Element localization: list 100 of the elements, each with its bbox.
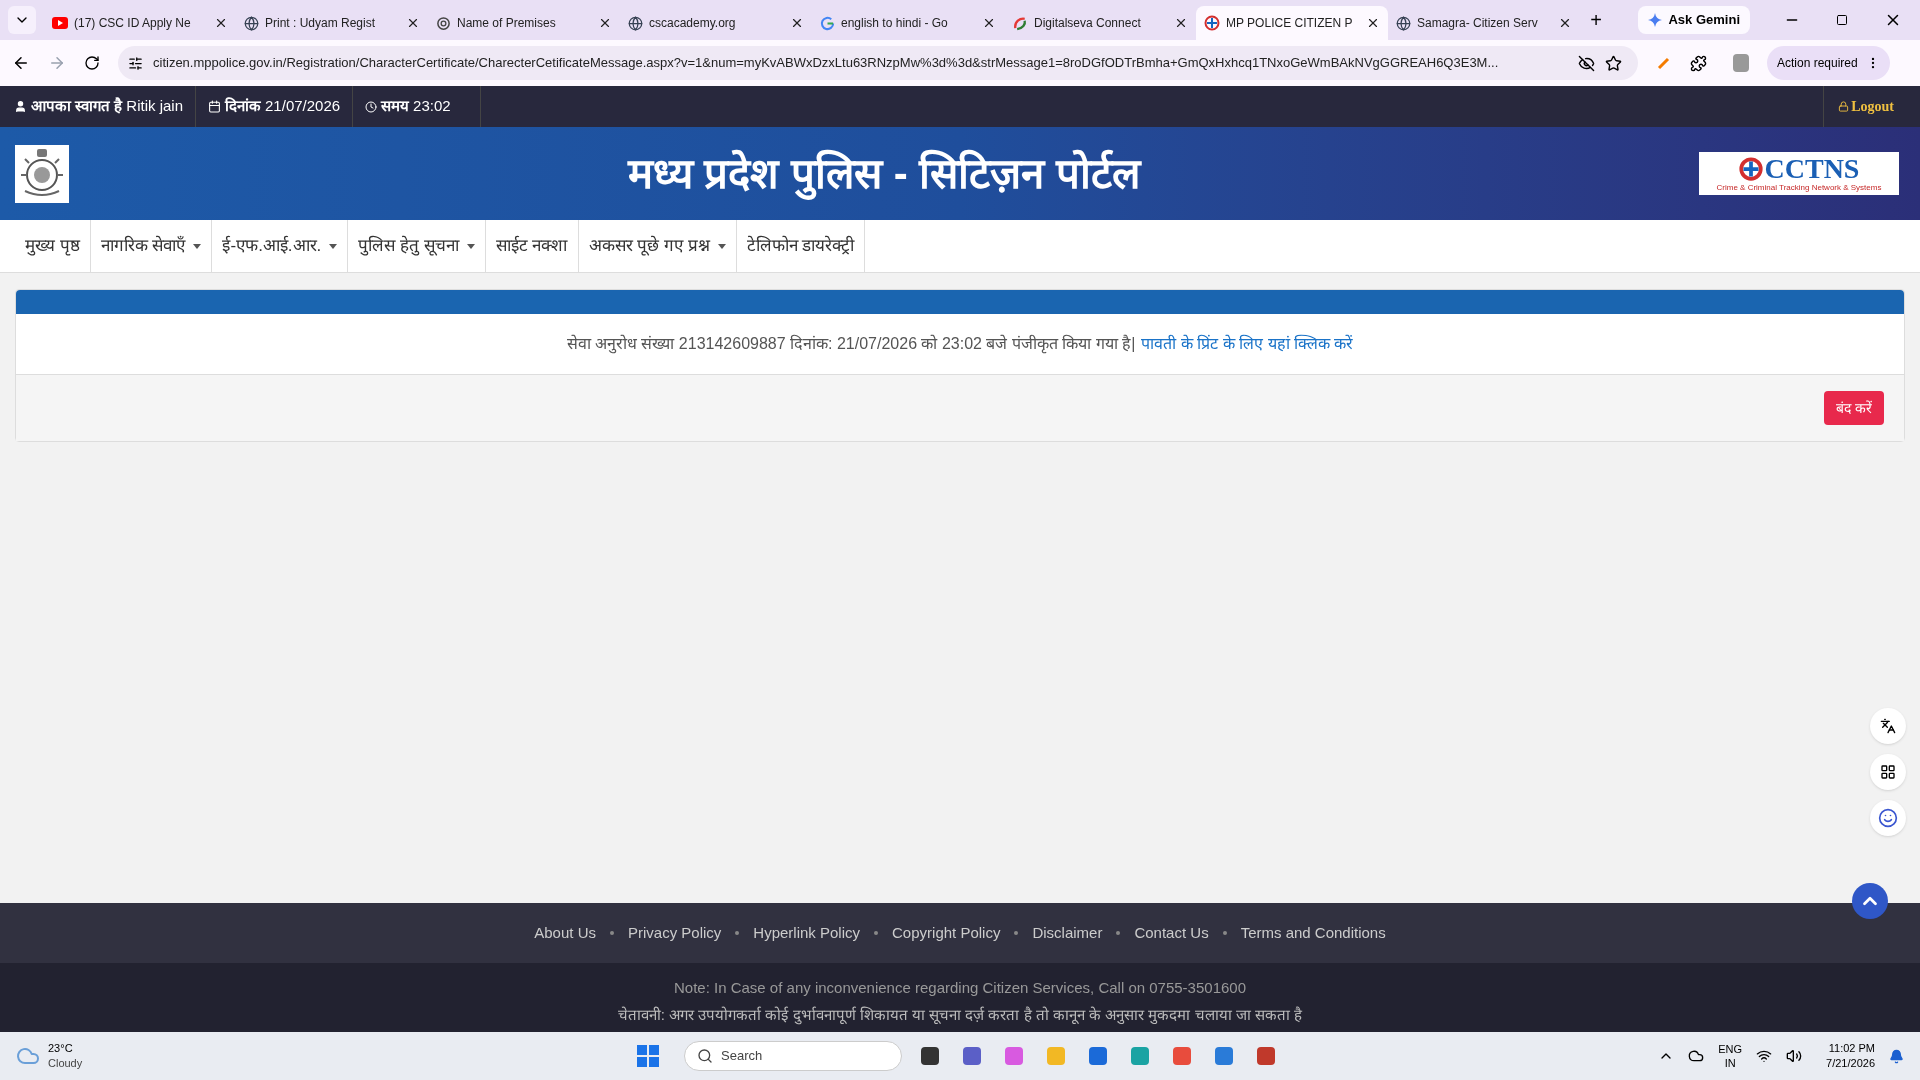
assistant-button[interactable] bbox=[1870, 800, 1906, 836]
wifi-icon[interactable] bbox=[1756, 1048, 1773, 1064]
gemini-button[interactable]: Ask Gemini bbox=[1638, 6, 1750, 34]
caret-icon bbox=[717, 243, 726, 249]
tab-search-button[interactable] bbox=[8, 6, 36, 34]
close-icon[interactable] bbox=[1558, 16, 1572, 30]
action-required-button[interactable]: Action required bbox=[1767, 46, 1890, 80]
url-text: citizen.mppolice.gov.in/Registration/CharacterCertificate/CharecterCetificateMessage.aspx?v=1&num=myKvABWxDzxLtu63RNzpMw%3d%3d&strMessage1=8roDGfODTrBmha+GmQxHxhcq1TNxoGeWmBAkNVgGGREAH6Q3E3M... bbox=[153, 54, 1500, 73]
confirmation-text: सेवा अनुरोध संख्या 213142609887 दिनांक: 21/07/2026 को 23:02 बजे पंजीकृत किया गया है| bbox=[566, 333, 1136, 356]
translate-button[interactable] bbox=[1870, 708, 1906, 744]
site-info-icon[interactable] bbox=[128, 55, 143, 71]
nav-menu-item[interactable]: साईट नक्शा bbox=[485, 220, 579, 272]
eye-off-icon[interactable] bbox=[1578, 54, 1595, 72]
date-value: 21/07/2026 bbox=[265, 96, 341, 117]
volume-icon[interactable] bbox=[1786, 1048, 1803, 1064]
nav-menu-item[interactable]: नागरिक सेवाएँ bbox=[90, 220, 213, 272]
reload-icon[interactable] bbox=[84, 55, 100, 71]
bullet-icon bbox=[874, 931, 879, 935]
star-icon[interactable] bbox=[1605, 54, 1622, 72]
swoosh-icon bbox=[1012, 15, 1028, 31]
scroll-top-button[interactable] bbox=[1852, 883, 1888, 919]
user-name: Ritik jain bbox=[126, 96, 184, 117]
new-tab-button[interactable]: + bbox=[1582, 6, 1610, 34]
bullet-icon bbox=[735, 931, 740, 935]
knot-icon bbox=[436, 15, 451, 31]
close-icon[interactable] bbox=[214, 16, 228, 30]
restore-icon[interactable] bbox=[1836, 14, 1848, 26]
close-icon[interactable] bbox=[982, 16, 996, 30]
browser-tab[interactable]: (17) CSC ID Apply Ne bbox=[44, 6, 236, 40]
nav-menu-item[interactable]: अकसर पूछे गए प्रश्न bbox=[578, 220, 737, 272]
notification-icon[interactable] bbox=[1889, 1048, 1904, 1064]
region-text[interactable]: IN bbox=[1724, 1056, 1736, 1070]
tab-title: MP POLICE CITIZEN P bbox=[1226, 15, 1354, 32]
emblem-icon bbox=[1204, 15, 1220, 31]
onedrive-icon[interactable] bbox=[1688, 1048, 1705, 1064]
close-button[interactable]: बंद करें bbox=[1824, 391, 1884, 425]
g-icon bbox=[820, 15, 835, 31]
close-icon[interactable] bbox=[1174, 16, 1188, 30]
footer-link[interactable]: Privacy Policy bbox=[627, 921, 722, 945]
browser-tab[interactable]: Print : Udyam Regist bbox=[236, 6, 428, 40]
sparkle-icon bbox=[1648, 13, 1663, 27]
logo-tagline: Crime & Criminal Tracking Network & Systems bbox=[1716, 183, 1882, 192]
nav-menu-item[interactable]: मुख्य पृष्ठ bbox=[15, 220, 91, 272]
tab-title: Samagra- Citizen Serv bbox=[1417, 15, 1539, 32]
start-icon[interactable] bbox=[636, 1044, 660, 1068]
back-icon[interactable] bbox=[12, 54, 30, 72]
footer-link[interactable]: Terms and Conditions bbox=[1240, 921, 1386, 945]
clock-time[interactable]: 11:02 PM bbox=[1828, 1041, 1875, 1056]
pen-icon[interactable] bbox=[1656, 55, 1672, 71]
language-text[interactable]: ENG bbox=[1718, 1042, 1743, 1056]
warning-text: चेतावनी: अगर उपयोगकर्ता कोई दुर्भावनापूर्ण शिकायत या सूचना दर्ज़ करता है तो कानून के अनुसार मुकदमा चलाया जा सकता है bbox=[617, 1004, 1303, 1026]
footer-link[interactable]: Hyperlink Policy bbox=[753, 921, 861, 945]
browser-tab[interactable]: Samagra- Citizen Serv bbox=[1388, 6, 1580, 40]
browser-tab[interactable]: cscacademy.org bbox=[620, 6, 812, 40]
time-value: 23:02 bbox=[413, 96, 451, 117]
extensions-icon[interactable] bbox=[1690, 54, 1707, 72]
helpline-note: Note: In Case of any inconvenience regarding Citizen Services, Call on 0755-3501600 bbox=[674, 978, 1246, 998]
close-icon[interactable] bbox=[790, 16, 804, 30]
user-icon bbox=[14, 100, 27, 113]
date-label: दिनांक bbox=[225, 96, 262, 117]
bullet-icon bbox=[609, 931, 614, 935]
smile-icon bbox=[1878, 808, 1898, 828]
video-icon bbox=[52, 17, 68, 29]
close-icon[interactable] bbox=[406, 16, 420, 30]
apps-button[interactable] bbox=[1870, 754, 1906, 790]
browser-tab[interactable]: MP POLICE CITIZEN P bbox=[1196, 6, 1388, 40]
footer-link[interactable]: Disclaimer bbox=[1032, 921, 1103, 945]
caret-icon bbox=[329, 243, 338, 249]
footer-link[interactable]: Copyright Policy bbox=[892, 921, 1001, 945]
temperature: 23°C bbox=[48, 1041, 74, 1056]
globe-icon bbox=[1396, 15, 1411, 31]
grid-icon bbox=[1880, 764, 1896, 780]
browser-tab[interactable]: Name of Premises bbox=[428, 6, 620, 40]
address-field[interactable]: citizen.mppolice.gov.in/Registration/CharacterCertificate/CharecterCetificateMessage.aspx?v=1&num=myKvABWxDzxLtu63RNzpMw%3d%3d&strMessage1=8roDGfODTrBmha+GmQxHxhcq1TNxoGeWmBAkNVgGGREAH6Q3E3M... bbox=[118, 46, 1638, 80]
search-icon bbox=[697, 1048, 713, 1064]
tab-title: english to hindi - Go bbox=[841, 15, 949, 32]
close-icon[interactable] bbox=[598, 16, 612, 30]
nav-menu-item[interactable]: टेलिफोन डायरेक्ट्री bbox=[736, 220, 866, 272]
footer-link[interactable]: Contact Us bbox=[1134, 921, 1209, 945]
taskbar-search-field[interactable]: Search bbox=[684, 1041, 902, 1071]
footer-link[interactable]: About Us bbox=[534, 921, 596, 945]
tab-title: (17) CSC ID Apply Ne bbox=[74, 15, 192, 32]
print-receipt-link[interactable]: पावती के प्रिंट के लिए यहां क्लिक करें bbox=[1141, 332, 1354, 356]
time-label: समय bbox=[381, 96, 410, 117]
bullet-icon bbox=[1222, 931, 1227, 935]
welcome-text: आपका स्वागत है bbox=[31, 96, 123, 117]
tab-title: Print : Udyam Regist bbox=[265, 15, 377, 32]
browser-tab[interactable]: english to hindi - Go bbox=[812, 6, 1004, 40]
bullet-icon bbox=[1116, 931, 1121, 935]
lock-icon bbox=[1838, 101, 1850, 112]
nav-menu-item[interactable]: ई-एफ.आई.आर. bbox=[212, 220, 349, 272]
clock-date[interactable]: 7/21/2026 bbox=[1826, 1056, 1875, 1071]
nav-menu-item[interactable]: पुलिस हेतु सूचना bbox=[348, 220, 486, 272]
tab-title: cscacademy.org bbox=[649, 15, 737, 32]
browser-tab[interactable]: Digitalseva Connect bbox=[1004, 6, 1196, 40]
globe-icon bbox=[244, 15, 259, 31]
globe-icon bbox=[628, 15, 643, 31]
close-icon[interactable] bbox=[1366, 16, 1380, 30]
portal-title: मध्य प्रदेश पुलिस - सिटिज़न पोर्टल bbox=[69, 142, 1699, 205]
weather-text: Cloudy bbox=[48, 1056, 83, 1071]
